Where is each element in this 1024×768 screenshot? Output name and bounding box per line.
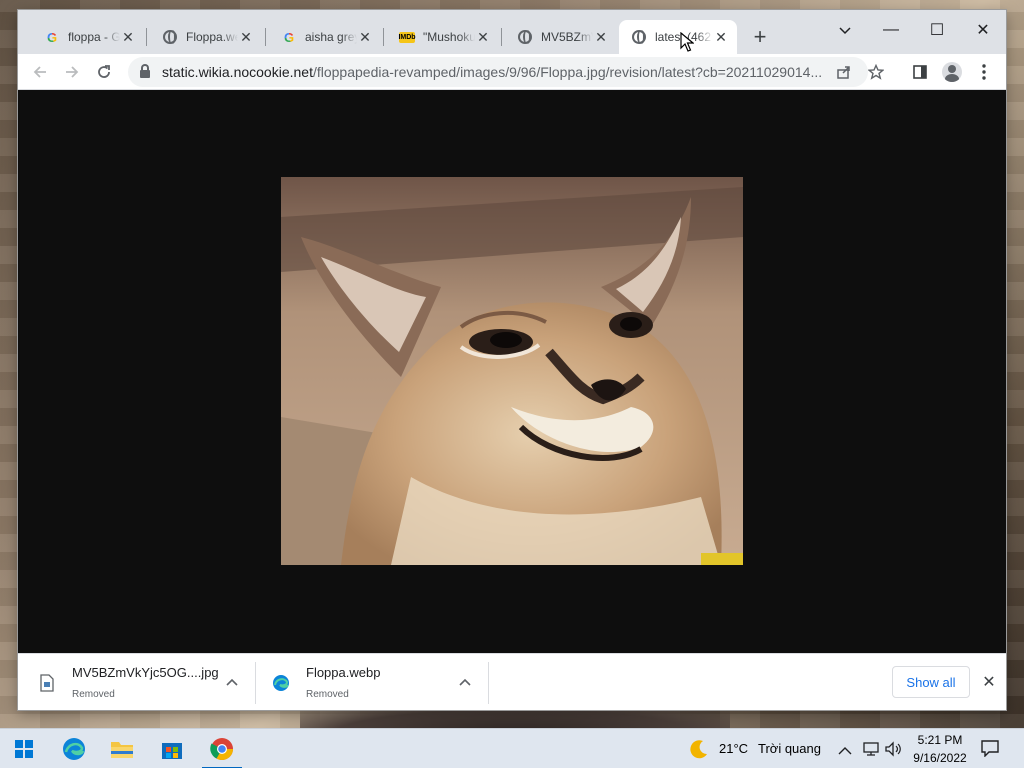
arrow-left-icon xyxy=(33,66,46,78)
globe-icon xyxy=(517,29,533,45)
reload-button[interactable] xyxy=(90,58,118,86)
url-text[interactable]: static.wikia.nocookie.net/floppapedia-re… xyxy=(162,64,832,80)
edge-icon xyxy=(270,672,292,694)
clock-time: 5:21 PM xyxy=(917,733,963,747)
address-bar[interactable]: static.wikia.nocookie.net/floppapedia-re… xyxy=(128,57,884,87)
download-filename: MV5BZmVkYjc5OG....jpg xyxy=(72,665,219,680)
moon-weather-icon[interactable] xyxy=(688,738,710,760)
download-shelf: MV5BZmVkYjc5OG....jpg Removed Floppa.web… xyxy=(18,653,1006,710)
tab-close-icon[interactable]: ✕ xyxy=(357,29,373,45)
lock-icon xyxy=(140,64,150,78)
maximize-button[interactable]: ☐ xyxy=(914,15,960,45)
weather-temperature[interactable]: 21°C xyxy=(719,741,748,756)
tab-close-icon[interactable]: ✕ xyxy=(120,29,136,45)
back-button[interactable] xyxy=(26,58,54,86)
tab-latest-active[interactable]: latest (462 ✕ xyxy=(619,20,737,54)
chrome-window: G floppa - G ✕ Floppa.web ✕ G aisha grey… xyxy=(18,10,1006,710)
url-host: static.wikia.nocookie.net xyxy=(162,64,313,80)
tab-separator xyxy=(146,28,147,46)
forward-button[interactable] xyxy=(58,58,86,86)
bookmark-star-icon[interactable] xyxy=(864,60,888,84)
close-window-button[interactable]: ✕ xyxy=(960,15,1006,45)
tab-title: floppa - G xyxy=(68,30,120,44)
download-separator xyxy=(255,662,256,704)
globe-icon xyxy=(162,29,178,45)
download-filename: Floppa.webp xyxy=(306,665,381,680)
image-viewport xyxy=(18,90,1006,653)
google-icon: G xyxy=(281,29,297,45)
download-status: Removed xyxy=(72,689,115,700)
tab-title: aisha grey xyxy=(305,30,357,44)
download-item[interactable]: Floppa.webp Removed xyxy=(270,654,380,711)
profile-button[interactable] xyxy=(938,58,966,86)
tab-aisha-google[interactable]: G aisha grey ✕ xyxy=(269,20,381,54)
side-panel-icon[interactable] xyxy=(906,58,934,86)
download-separator xyxy=(488,662,489,704)
edge-icon[interactable] xyxy=(50,729,98,768)
imdb-icon: IMDb xyxy=(398,31,416,43)
tab-title: Floppa.web xyxy=(186,30,238,44)
notifications-icon[interactable] xyxy=(980,739,1002,759)
windows-start-icon[interactable] xyxy=(0,729,48,768)
file-icon xyxy=(36,672,58,694)
show-all-button[interactable]: Show all xyxy=(892,666,970,698)
tab-title: "Mushoku xyxy=(423,30,475,44)
caracal-image xyxy=(281,177,743,565)
chevron-up-icon[interactable] xyxy=(224,674,240,690)
chrome-icon[interactable] xyxy=(198,729,246,768)
weather-condition[interactable]: Trời quang xyxy=(758,741,821,756)
tab-close-icon[interactable]: ✕ xyxy=(238,29,254,45)
browser-toolbar: static.wikia.nocookie.net/floppapedia-re… xyxy=(18,54,1006,90)
url-path: /floppapedia-revamped/images/9/96/Floppa… xyxy=(312,64,823,80)
tab-separator xyxy=(383,28,384,46)
tab-close-icon[interactable]: ✕ xyxy=(713,29,729,45)
tab-separator xyxy=(501,28,502,46)
network-icon[interactable] xyxy=(862,741,880,757)
minimize-button[interactable]: — xyxy=(868,15,914,45)
tab-close-icon[interactable]: ✕ xyxy=(593,29,609,45)
tab-floppa-webp[interactable]: Floppa.web ✕ xyxy=(150,20,262,54)
arrow-right-icon xyxy=(66,66,79,78)
share-icon[interactable] xyxy=(832,60,856,84)
chevron-down-icon xyxy=(839,27,851,35)
volume-icon[interactable] xyxy=(884,741,902,757)
microsoft-store-icon[interactable] xyxy=(148,729,196,768)
mouse-cursor-icon xyxy=(680,31,695,52)
new-tab-button[interactable]: + xyxy=(748,24,772,49)
clock-date: 9/16/2022 xyxy=(913,751,967,765)
google-icon: G xyxy=(44,29,60,45)
close-downloads-icon[interactable]: ✕ xyxy=(978,671,1000,693)
download-status: Removed xyxy=(306,689,349,700)
tab-floppa-google[interactable]: G floppa - G ✕ xyxy=(32,20,144,54)
system-clock[interactable]: 5:21 PM 9/16/2022 xyxy=(908,731,972,767)
menu-kebab-icon[interactable] xyxy=(970,58,998,86)
show-hidden-icons-chevron-icon[interactable] xyxy=(838,743,852,755)
tab-mushoku-imdb[interactable]: IMDb "Mushoku ✕ xyxy=(387,20,499,54)
tab-strip: G floppa - G ✕ Floppa.web ✕ G aisha grey… xyxy=(18,10,1006,54)
windows-taskbar: 21°C Trời quang 5:21 PM 9/16/2022 xyxy=(0,728,1024,768)
tab-search-button[interactable] xyxy=(833,19,857,43)
tab-title: MV5BZmV xyxy=(541,30,593,44)
tab-close-icon[interactable]: ✕ xyxy=(475,29,491,45)
chevron-up-icon[interactable] xyxy=(457,674,473,690)
file-explorer-icon[interactable] xyxy=(98,729,146,768)
tab-separator xyxy=(265,28,266,46)
displayed-image[interactable] xyxy=(281,177,743,565)
tab-mv5bzmv[interactable]: MV5BZmV ✕ xyxy=(505,20,617,54)
download-item[interactable]: MV5BZmVkYjc5OG....jpg Removed xyxy=(36,654,219,711)
avatar xyxy=(942,62,962,82)
globe-icon xyxy=(631,29,647,45)
reload-icon xyxy=(98,65,110,78)
